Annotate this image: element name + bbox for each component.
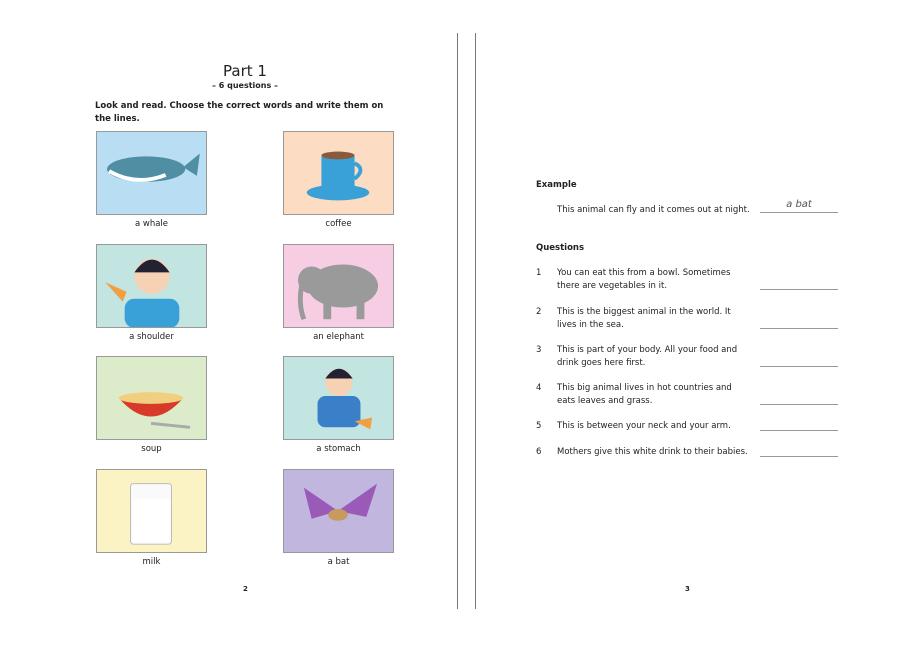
shoulder-illustration <box>105 258 180 327</box>
question-text: This big animal lives in hot countries a… <box>557 383 732 406</box>
coffee-illustration <box>306 151 370 201</box>
question-number: 4 <box>536 383 542 393</box>
part-title: Part 1 <box>223 62 267 80</box>
picture-soup <box>96 356 207 440</box>
picture-label: a bat <box>327 557 350 567</box>
question-text: Mothers give this white drink to their b… <box>557 447 748 457</box>
example-text: This animal can fly and it comes out at … <box>557 205 750 215</box>
question-text: This is between your neck and your arm. <box>557 421 731 431</box>
picture-coffee <box>283 131 394 215</box>
page-number-left: 2 <box>243 585 248 593</box>
stomach-illustration <box>317 368 373 430</box>
question-number: 5 <box>536 421 542 431</box>
example-heading: Example <box>536 180 577 190</box>
answer-line[interactable] <box>760 289 838 290</box>
picture-shoulder <box>96 244 207 328</box>
instruction: Look and read. Choose the correct words … <box>95 101 384 124</box>
whale-illustration <box>107 153 200 182</box>
answer-line[interactable] <box>760 456 838 457</box>
question-text: You can eat this from a bowl. Sometimes … <box>557 268 731 291</box>
answer-line[interactable] <box>760 366 838 367</box>
picture-label: a stomach <box>316 444 361 454</box>
part-subtitle: – 6 questions – <box>211 81 279 90</box>
picture-whale <box>96 131 207 215</box>
question-number: 3 <box>536 345 542 355</box>
picture-stomach <box>283 356 394 440</box>
milk-illustration <box>130 483 172 545</box>
answer-line[interactable] <box>760 328 838 329</box>
page-divider-right <box>475 33 476 609</box>
questions-heading: Questions <box>536 243 585 253</box>
page-number-right: 3 <box>685 585 690 593</box>
picture-label: a shoulder <box>129 332 174 342</box>
elephant-illustration <box>297 264 379 321</box>
page-divider-left <box>457 33 458 609</box>
bat-illustration <box>303 483 378 521</box>
picture-milk <box>96 469 207 553</box>
picture-label: soup <box>141 444 162 454</box>
picture-label: a whale <box>134 219 169 229</box>
question-text: This is part of your body. All your food… <box>557 345 738 368</box>
picture-label: coffee <box>325 219 352 229</box>
example-answer: a bat <box>786 199 812 210</box>
picture-bat <box>283 469 394 553</box>
question-number: 6 <box>536 447 542 457</box>
soup-illustration <box>118 392 191 429</box>
answer-line[interactable] <box>760 430 838 431</box>
picture-elephant <box>283 244 394 328</box>
question-number: 1 <box>536 268 542 278</box>
question-text: This is the biggest animal in the world.… <box>557 307 731 330</box>
picture-label: an elephant <box>313 332 364 342</box>
question-number: 2 <box>536 307 542 317</box>
example-answer-line <box>760 212 838 213</box>
answer-line[interactable] <box>760 404 838 405</box>
picture-label: milk <box>142 557 161 567</box>
